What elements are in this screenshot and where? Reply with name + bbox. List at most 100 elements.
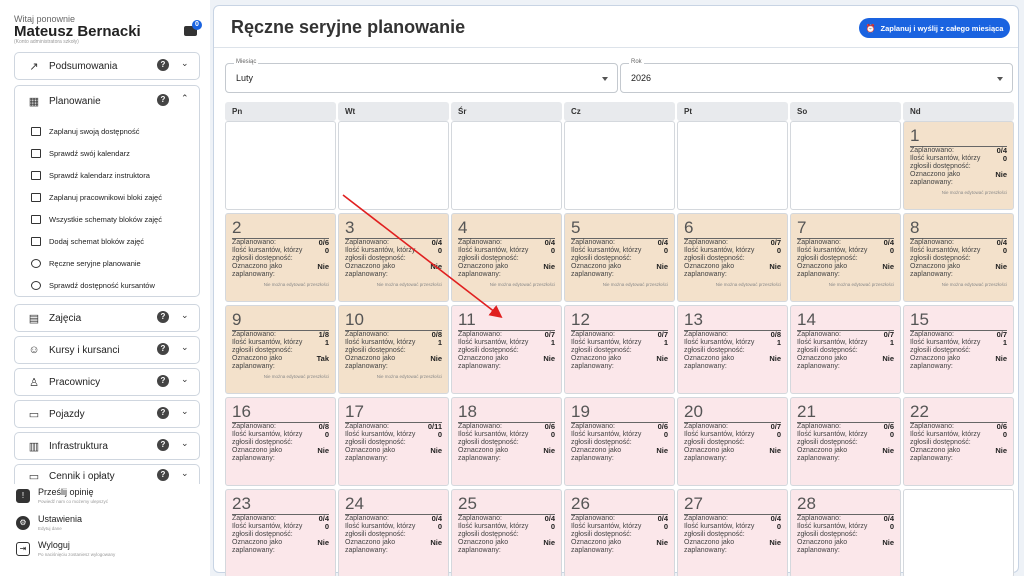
calendar-day-cell[interactable]: 22 Zaplanowano: 0/6 Ilość kursantów, którzy… <box>903 397 1014 486</box>
settings-button[interactable]: ⚙ Ustawienia Edytuj dane <box>14 513 200 535</box>
chevron-down-icon[interactable]: ⌄ <box>181 406 189 417</box>
marked-label: Oznaczono jako zaplanowany: <box>571 263 622 278</box>
planned-label: Zaplanowano: <box>232 515 276 522</box>
help-icon[interactable]: ? <box>157 407 169 419</box>
count-value: 0 <box>663 246 668 255</box>
count-label: Ilość kursantów, którzy zgłosili dostępn… <box>797 431 868 446</box>
calendar-day-cell[interactable]: 12 Zaplanowano: 0/7 Ilość kursantów, którzy… <box>564 305 675 394</box>
help-icon[interactable]: ? <box>157 375 169 387</box>
count-value: 0 <box>1002 430 1007 439</box>
marked-label: Oznaczono jako zaplanowany: <box>345 263 396 278</box>
calendar-person-icon <box>31 192 41 202</box>
sidebar-item-add-scheme[interactable]: Dodaj schemat bloków zajęć <box>15 230 199 252</box>
nav-section-infrastructure[interactable]: ▥ Infrastruktura? ⌄ <box>14 432 200 460</box>
logout-button[interactable]: ⇥ Wyloguj Po naciśnięciu zostaniesz wylo… <box>14 539 200 561</box>
nav-section-label: Podsumowania <box>49 60 118 72</box>
chevron-down-icon[interactable]: ⌄ <box>181 468 189 479</box>
calendar-day-cell[interactable]: 24 Zaplanowano: 0/4 Ilość kursantów, którzy… <box>338 489 449 576</box>
sidebar-item-my-calendar[interactable]: Sprawdź swój kalendarz <box>15 142 199 164</box>
calendar-day-cell[interactable]: 20 Zaplanowano: 0/7 Ilość kursantów, którzy… <box>677 397 788 486</box>
chevron-down-icon[interactable]: ⌄ <box>181 58 189 69</box>
help-icon[interactable]: ? <box>157 311 169 323</box>
calendar-cell-empty <box>564 121 675 210</box>
nav-section-classes[interactable]: ▤ Zajęcia? ⌄ <box>14 304 200 332</box>
help-icon[interactable]: ? <box>157 59 169 71</box>
nav-section-courses[interactable]: ☺ Kursy i kursanci? ⌄ <box>14 336 200 364</box>
marked-value: Nie <box>995 354 1007 363</box>
marked-value: Nie <box>317 538 329 547</box>
marked-value: Nie <box>543 262 555 271</box>
chevron-down-icon[interactable]: ⌄ <box>181 342 189 353</box>
marked-label: Oznaczono jako zaplanowany: <box>910 355 961 370</box>
calendar-day-cell[interactable]: 28 Zaplanowano: 0/4 Ilość kursantów, którzy… <box>790 489 901 576</box>
count-value: 0 <box>1002 246 1007 255</box>
help-icon[interactable]: ? <box>157 343 169 355</box>
calendar-day-cell[interactable]: 16 Zaplanowano: 0/8 Ilość kursantów, którzy… <box>225 397 336 486</box>
weekday-header: So <box>790 102 901 121</box>
nav-section-planning-header[interactable]: ▦ Planowanie ? ⌃ <box>15 88 199 114</box>
sidebar-item-plan-blocks[interactable]: Zaplanuj pracownikowi bloki zajęć <box>15 186 199 208</box>
calendar-day-cell[interactable]: 27 Zaplanowano: 0/4 Ilość kursantów, którzy… <box>677 489 788 576</box>
sidebar-item-instructor-calendar[interactable]: Sprawdź kalendarz instruktora <box>15 164 199 186</box>
nav-section-summaries[interactable]: ↗ Podsumowania ? ⌄ <box>14 52 200 80</box>
sidebar-item-all-schemes[interactable]: Wszystkie schematy bloków zajęć <box>15 208 199 230</box>
count-label: Ilość kursantów, którzy zgłosili dostępn… <box>458 523 529 538</box>
chat-icon[interactable]: 0 <box>184 20 202 38</box>
marked-label: Oznaczono jako zaplanowany: <box>232 355 283 370</box>
day-number: 28 <box>797 494 816 513</box>
plan-and-send-month-button[interactable]: ⏰ Zaplanuj i wyślij z całego miesiąca <box>859 18 1010 38</box>
calendar-day-cell[interactable]: 15 Zaplanowano: 0/7 Ilość kursantów, którzy… <box>903 305 1014 394</box>
calendar-day-cell[interactable]: 26 Zaplanowano: 0/4 Ilość kursantów, którzy… <box>564 489 675 576</box>
calendar-day-cell[interactable]: 17 Zaplanowano: 0/11 Ilość kursantów, którz… <box>338 397 449 486</box>
sidebar-item-student-availability[interactable]: Sprawdź dostępność kursantów <box>15 274 199 296</box>
count-label: Ilość kursantów, którzy zgłosili dostępn… <box>458 431 529 446</box>
sidebar-item-label: Wszystkie schematy bloków zajęć <box>49 214 162 224</box>
planned-label: Zaplanowano: <box>910 423 954 430</box>
day-number: 19 <box>571 402 590 421</box>
feedback-title: Prześlij opinię <box>38 487 94 497</box>
count-value: 0 <box>776 430 781 439</box>
day-number: 16 <box>232 402 251 421</box>
chevron-down-icon[interactable]: ⌄ <box>181 310 189 321</box>
calendar-cell-empty <box>677 121 788 210</box>
nav-section-label: Infrastruktura <box>49 440 108 452</box>
chevron-up-icon[interactable]: ⌃ <box>181 93 189 104</box>
planned-label: Zaplanowano: <box>345 331 389 338</box>
day-number: 14 <box>797 310 816 329</box>
year-select[interactable]: Rok 2026 <box>620 59 1013 93</box>
calendar-day-cell[interactable]: 21 Zaplanowano: 0/6 Ilość kursantów, którzy… <box>790 397 901 486</box>
planned-label: Zaplanowano: <box>571 515 615 522</box>
sidebar-item-label: Zaplanuj pracownikowi bloki zajęć <box>49 192 162 202</box>
nav-section-pricing[interactable]: ▭ Cennik i opłaty? ⌄ <box>14 464 200 484</box>
planned-label: Zaplanowano: <box>797 239 841 246</box>
month-select[interactable]: Miesiąc Luty <box>225 59 618 93</box>
calendar-cell-empty <box>451 121 562 210</box>
marked-label: Oznaczono jako zaplanowany: <box>684 263 735 278</box>
calendar-day-cell[interactable]: 11 Zaplanowano: 0/7 Ilość kursantów, którzy… <box>451 305 562 394</box>
sidebar-item-label: Sprawdź kalendarz instruktora <box>49 170 150 180</box>
calendar-day-cell: 9 Zaplanowano: 1/8 Ilość kursantów, którzy … <box>225 305 336 394</box>
weekday-header: Wt <box>338 102 449 121</box>
count-value: 0 <box>889 430 894 439</box>
calendar-day-cell[interactable]: 25 Zaplanowano: 0/4 Ilość kursantów, którzy… <box>451 489 562 576</box>
help-icon[interactable]: ? <box>157 94 169 106</box>
calendar-day-cell[interactable]: 18 Zaplanowano: 0/6 Ilość kursantów, którzy… <box>451 397 562 486</box>
clipboard-icon: ▤ <box>28 312 40 325</box>
calendar-day-cell[interactable]: 19 Zaplanowano: 0/6 Ilość kursantów, którzy… <box>564 397 675 486</box>
sidebar-item-manual-planning[interactable]: Ręczne seryjne planowanie <box>15 252 199 274</box>
help-icon[interactable]: ? <box>157 469 169 481</box>
title-bar: Ręczne seryjne planowanie ⏰ Zaplanuj i w… <box>214 6 1018 48</box>
count-label: Ilość kursantów, którzy zgłosili dostępn… <box>345 339 416 354</box>
feedback-button[interactable]: ! Prześlij opinię Powiedź nam co możemy … <box>14 486 200 508</box>
calendar-day-cell[interactable]: 23 Zaplanowano: 0/4 Ilość kursantów, którzy… <box>225 489 336 576</box>
sidebar-item-plan-availability[interactable]: Zaplanuj swoją dostępność <box>15 120 199 142</box>
count-label: Ilość kursantów, którzy zgłosili dostępn… <box>232 431 303 446</box>
nav-section-employees[interactable]: ♙ Pracownicy? ⌄ <box>14 368 200 396</box>
nav-section-vehicles[interactable]: ▭ Pojazdy? ⌄ <box>14 400 200 428</box>
help-icon[interactable]: ? <box>157 439 169 451</box>
chevron-down-icon[interactable]: ⌄ <box>181 374 189 385</box>
day-number: 27 <box>684 494 703 513</box>
calendar-day-cell[interactable]: 13 Zaplanowano: 0/8 Ilość kursantów, którzy… <box>677 305 788 394</box>
calendar-day-cell[interactable]: 14 Zaplanowano: 0/7 Ilość kursantów, którzy… <box>790 305 901 394</box>
chevron-down-icon[interactable]: ⌄ <box>181 438 189 449</box>
